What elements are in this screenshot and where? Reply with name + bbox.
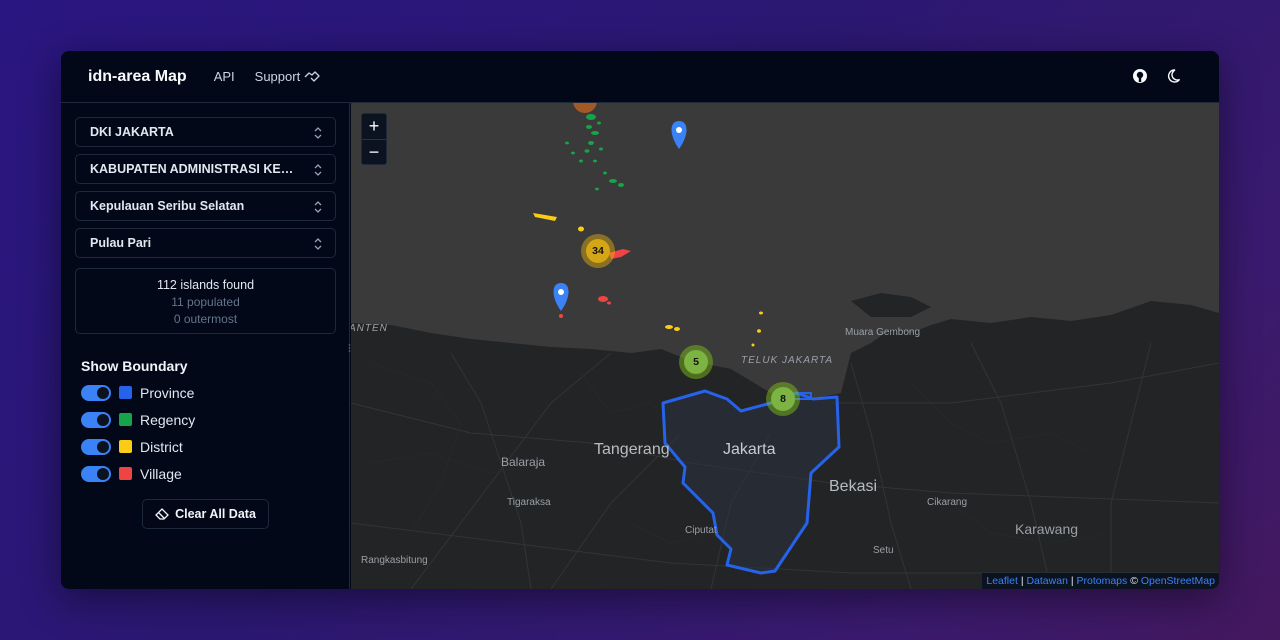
village-toggle[interactable] [81, 465, 111, 482]
province-select-value: DKI JAKARTA [90, 125, 174, 139]
cluster-count: 8 [780, 393, 786, 405]
datawan-link[interactable]: Datawan [1026, 575, 1067, 587]
copyright-symbol: © [1130, 575, 1138, 587]
island-stats: 112 islands found 11 populated 0 outermo… [75, 268, 336, 334]
label-setu: Setu [873, 545, 894, 556]
header-actions [1131, 67, 1185, 85]
nav-support-label: Support [254, 69, 301, 84]
cluster-marker[interactable]: 8 [766, 382, 800, 416]
district-swatch [119, 440, 132, 453]
label-karawang: Karawang [1015, 521, 1079, 537]
label-bekasi: Bekasi [829, 478, 878, 495]
regency-select[interactable]: KABUPATEN ADMINISTRASI KEPULAUAN SERIBU [75, 154, 336, 184]
district-label: District [140, 438, 183, 455]
boundary-village: Village [81, 465, 335, 482]
regency-swatch [119, 413, 132, 426]
brand-title[interactable]: idn-area Map [88, 68, 187, 86]
islands-populated: 11 populated [171, 295, 240, 309]
province-toggle[interactable] [81, 384, 111, 401]
label-banten: ANTEN [351, 323, 388, 334]
label-teluk-jakarta: TELUK JAKARTA [741, 355, 834, 366]
cluster-count: 34 [592, 245, 604, 257]
village-select-value: Pulau Pari [90, 236, 152, 250]
zoom-out-button[interactable]: − [362, 139, 386, 164]
chevron-up-down-icon [314, 201, 322, 213]
chevron-up-down-icon [314, 238, 322, 250]
label-jakarta: Jakarta [723, 441, 776, 458]
province-swatch [119, 386, 132, 399]
map-basemap [351, 103, 1219, 589]
islands-outermost: 0 outermost [173, 312, 238, 326]
nav-support[interactable]: Support [255, 69, 321, 84]
leaflet-link[interactable]: Leaflet [986, 575, 1018, 587]
regency-select-value: KABUPATEN ADMINISTRASI KEPULAUAN SERIBU [90, 162, 300, 176]
chevron-up-down-icon [314, 164, 322, 176]
sidebar: DKI JAKARTA KABUPATEN ADMINISTRASI KEPUL… [61, 103, 350, 589]
province-label: Province [140, 384, 195, 401]
village-select[interactable]: Pulau Pari [75, 228, 336, 258]
village-swatch [119, 467, 132, 480]
regency-label: Regency [140, 411, 196, 428]
cluster-marker[interactable]: 5 [679, 345, 713, 379]
zoom-controls: + − [361, 113, 387, 165]
label-ciputat: Ciputat [685, 525, 717, 536]
district-toggle[interactable] [81, 438, 111, 455]
handshake-icon [304, 70, 320, 82]
label-tigaraksa: Tigaraksa [507, 497, 551, 508]
moon-icon[interactable] [1167, 67, 1185, 85]
map-attribution: Leaflet | Datawan | Protomaps © OpenStre… [982, 573, 1219, 589]
district-select[interactable]: Kepulauan Seribu Selatan [75, 191, 336, 221]
label-tangerang: Tangerang [594, 441, 670, 458]
nav-api[interactable]: API [214, 69, 235, 84]
province-select[interactable]: DKI JAKARTA [75, 117, 336, 147]
cluster-marker[interactable]: 34 [581, 234, 615, 268]
eraser-icon [155, 508, 169, 520]
boundary-regency: Regency [81, 411, 335, 428]
district-select-value: Kepulauan Seribu Selatan [90, 199, 245, 213]
zoom-in-button[interactable]: + [362, 114, 386, 139]
cluster-count: 5 [693, 356, 699, 368]
boundary-district: District [81, 438, 335, 455]
village-label: Village [140, 465, 182, 482]
protomaps-link[interactable]: Protomaps [1076, 575, 1127, 587]
label-muara-gembong: Muara Gembong [845, 327, 921, 338]
osm-link[interactable]: OpenStreetMap [1141, 575, 1215, 587]
clear-all-button[interactable]: Clear All Data [142, 499, 269, 529]
label-cikarang: Cikarang [927, 497, 968, 508]
app-window: idn-area Map API Support DKI JAKARTA KAB… [61, 51, 1219, 589]
clear-all-label: Clear All Data [175, 507, 256, 521]
label-balaraja: Balaraja [501, 455, 546, 469]
nav-api-label: API [213, 69, 235, 84]
github-icon[interactable] [1131, 67, 1149, 85]
map-view[interactable]: + − 34 5 8 ANTEN Muara Gembong TELUK JAK… [351, 103, 1219, 589]
boundary-province: Province [81, 384, 335, 401]
regency-toggle[interactable] [81, 411, 111, 428]
chevron-up-down-icon [314, 127, 322, 139]
top-navbar: idn-area Map API Support [61, 51, 1219, 103]
islands-found: 112 islands found [156, 278, 255, 292]
label-rangkasbitung: Rangkasbitung [361, 555, 428, 566]
boundary-title: Show Boundary [81, 358, 188, 374]
